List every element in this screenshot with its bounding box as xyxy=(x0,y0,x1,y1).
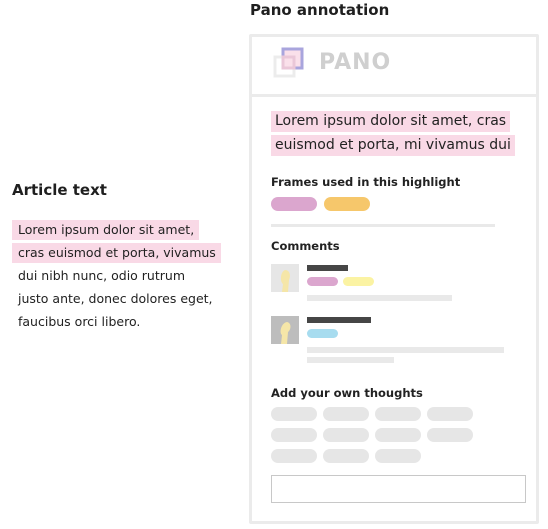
frame-option-button[interactable] xyxy=(271,449,317,463)
frame-option-button[interactable] xyxy=(323,407,369,421)
comment-author-placeholder xyxy=(307,317,371,323)
divider xyxy=(271,224,495,227)
article-line: dui nibh nunc, odio rutrum xyxy=(18,268,185,283)
add-thoughts-section-title: Add your own thoughts xyxy=(271,386,423,400)
panel-header: PANO xyxy=(252,37,536,97)
frame-tag-orange[interactable] xyxy=(324,197,370,211)
pano-logo-text: PANO xyxy=(319,50,392,75)
comment-frame-tag xyxy=(307,277,338,286)
thoughts-input[interactable] xyxy=(271,475,526,503)
frames-section-title: Frames used in this highlight xyxy=(271,175,461,189)
frame-option-button[interactable] xyxy=(427,428,473,442)
comment-frame-tag xyxy=(307,329,338,338)
frame-tag-pink[interactable] xyxy=(271,197,317,211)
avatar xyxy=(271,316,299,344)
comment-text-placeholder xyxy=(307,295,452,301)
article-line: faucibus orci libero. xyxy=(18,314,141,329)
comments-section-title: Comments xyxy=(271,239,340,253)
frame-option-button[interactable] xyxy=(375,449,421,463)
frame-option-button[interactable] xyxy=(271,428,317,442)
pano-panel: PANO Lorem ipsum dolor sit amet, cras eu… xyxy=(249,34,539,524)
quote-line: euismod et porta, mi vivamus dui xyxy=(271,134,515,158)
frame-option-button[interactable] xyxy=(375,428,421,442)
frame-option-button[interactable] xyxy=(323,449,369,463)
comment-author-placeholder xyxy=(307,265,348,271)
pano-logo-icon xyxy=(273,47,304,78)
avatar xyxy=(271,264,299,292)
article-heading: Article text xyxy=(12,181,107,199)
article-line: justo ante, donec dolores eget, xyxy=(18,291,213,306)
comment-text-placeholder xyxy=(307,357,394,363)
pano-heading: Pano annotation xyxy=(250,1,390,19)
frame-option-button[interactable] xyxy=(427,407,473,421)
frame-option-button[interactable] xyxy=(271,407,317,421)
frame-option-button[interactable] xyxy=(375,407,421,421)
quote-line: Lorem ipsum dolor sit amet, cras xyxy=(271,110,515,134)
article-text: Lorem ipsum dolor sit amet, cras euismod… xyxy=(12,219,242,334)
article-line: Lorem ipsum dolor sit amet, xyxy=(12,219,242,242)
article-line: cras euismod et porta, vivamus xyxy=(12,242,242,265)
frame-option-button[interactable] xyxy=(323,428,369,442)
highlighted-quote: Lorem ipsum dolor sit amet, cras euismod… xyxy=(271,110,515,158)
comment-frame-tag xyxy=(343,277,374,286)
comment-text-placeholder xyxy=(307,347,504,353)
